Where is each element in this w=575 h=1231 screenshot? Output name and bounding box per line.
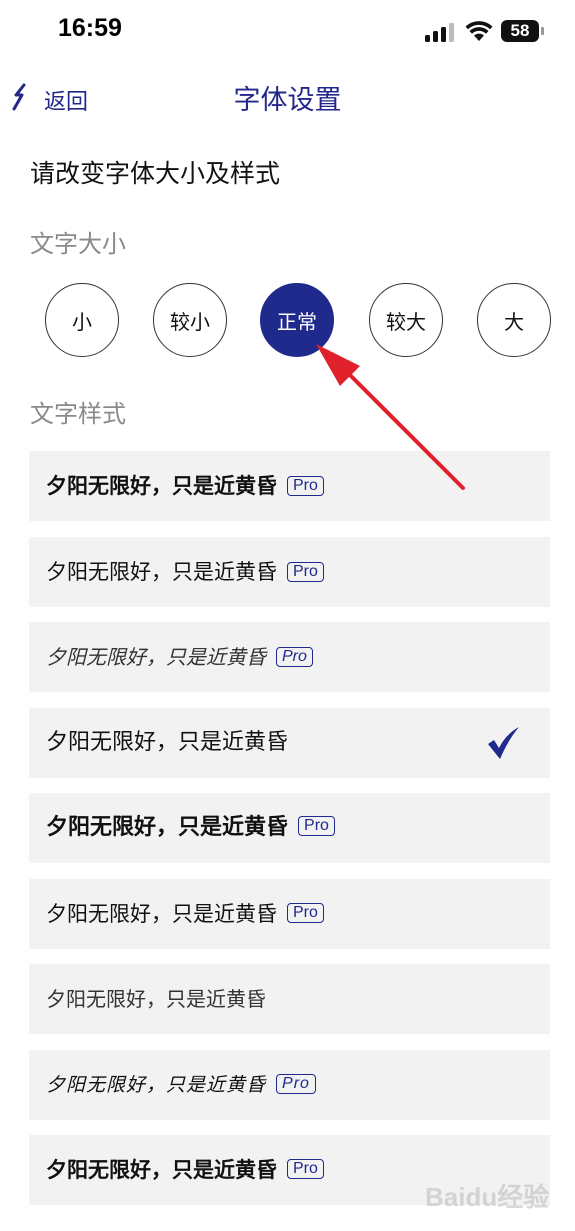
font-style-sample: 夕阳无限好，只是近黄昏 Pro [46,537,324,607]
font-style-sample-text: 夕阳无限好，只是近黄昏 [46,1158,277,1182]
font-style-sample-text: 夕阳无限好，只是近黄昏 [46,815,289,840]
pro-badge: Pro [287,903,324,923]
size-option-small[interactable]: 小 [45,283,119,357]
font-style-sample: 夕阳无限好，只是近黄昏 Pro [46,1135,324,1205]
font-style-row-5[interactable]: 夕阳无限好，只是近黄昏 Pro [29,793,550,863]
font-style-sample: 夕阳无限好，只是近黄昏 Pro [46,879,324,949]
pro-badge: Pro [276,646,313,667]
check-icon [488,727,519,759]
font-style-sample-text: 夕阳无限好，只是近黄昏 [46,645,266,669]
font-style-sample: 夕阳无限好，只是近黄昏 Pro [46,622,313,692]
instruction-text: 请改变字体大小及样式 [30,159,281,188]
font-style-sample-text: 夕阳无限好，只是近黄昏 [46,902,277,926]
font-style-sample-text: 夕阳无限好，只是近黄昏 [46,560,277,584]
font-style-row-4[interactable]: 夕阳无限好，只是近黄昏 [29,708,550,778]
pro-badge: Pro [276,1073,316,1094]
font-style-sample: 夕阳无限好，只是近黄昏 Pro [46,793,335,863]
size-option-smaller[interactable]: 较小 [153,283,227,357]
battery-icon: 58 [501,20,545,42]
font-style-sample: 夕阳无限好，只是近黄昏 Pro [46,1050,316,1120]
font-style-row-7[interactable]: 夕阳无限好，只是近黄昏 [29,964,550,1034]
pro-badge: Pro [287,561,324,582]
signal-icon [425,23,454,42]
pro-badge: Pro [287,475,324,496]
wifi-icon [465,21,493,41]
pro-badge: Pro [287,1159,324,1179]
status-bar: 16:59 58 [0,0,575,64]
font-style-row-3[interactable]: 夕阳无限好，只是近黄昏 Pro [29,622,550,692]
font-style-sample: 夕阳无限好，只是近黄昏 [46,730,289,755]
font-style-row-6[interactable]: 夕阳无限好，只是近黄昏 Pro [29,879,550,949]
font-style-sample: 夕阳无限好，只是近黄昏 Pro [46,451,324,521]
font-style-sample: 夕阳无限好，只是近黄昏 [46,987,266,1011]
size-option-larger[interactable]: 较大 [369,283,443,357]
watermark-logo: Baidu经验 [425,1182,549,1212]
font-style-sample-text: 夕阳无限好，只是近黄昏 [46,1074,267,1096]
font-style-row-1[interactable]: 夕阳无限好，只是近黄昏 Pro [29,451,550,521]
status-icons: 58 [405,18,545,46]
battery-tip [541,27,544,35]
battery-level: 58 [501,20,539,42]
font-style-sample-text: 夕阳无限好，只是近黄昏 [46,473,277,498]
font-style-label: 文字样式 [30,400,126,428]
watermark-text: Baidu经验 [425,1182,549,1212]
font-size-label: 文字大小 [30,230,126,258]
nav-bar: 返回 字体设置 [0,64,575,128]
font-style-row-8[interactable]: 夕阳无限好，只是近黄昏 Pro [29,1050,550,1120]
font-style-row-2[interactable]: 夕阳无限好，只是近黄昏 Pro [29,537,550,607]
size-option-normal[interactable]: 正常 [260,283,334,357]
pro-badge: Pro [298,816,335,836]
page-title: 字体设置 [233,85,342,116]
status-time: 16:59 [58,14,122,42]
size-option-large[interactable]: 大 [477,283,551,357]
